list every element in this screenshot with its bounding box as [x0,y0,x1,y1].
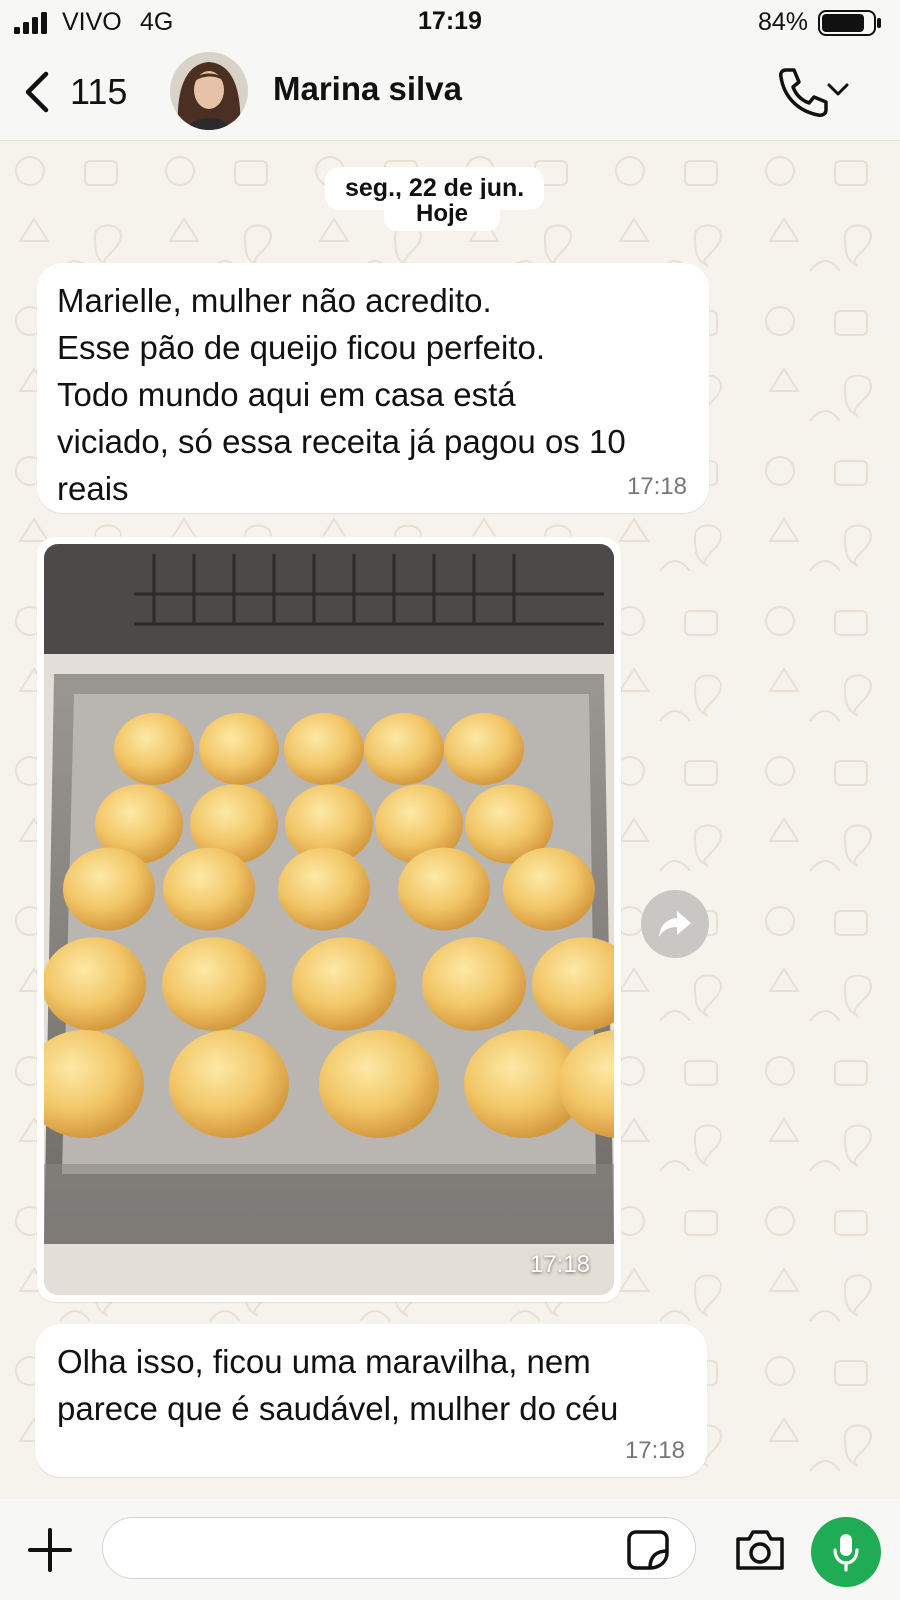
cheese-bread [284,713,364,785]
back-button[interactable]: 115 [22,66,127,118]
status-bar: VIVO 4G 17:19 84% [0,0,900,46]
battery-percent: 84% [757,8,808,36]
cheese-bread [278,847,370,931]
unread-count: 115 [70,71,128,112]
cheese-bread [422,937,526,1031]
cheese-bread [114,713,194,785]
message-time: 17:18 [529,1251,590,1278]
cheese-bread [444,713,524,785]
cheese-bread [44,937,146,1031]
cheese-bread [163,847,255,931]
image-message-bubble[interactable]: 17:18 [37,537,621,1302]
back-chevron-icon [25,71,49,113]
cheese-bread [63,847,155,931]
battery-icon [818,10,881,36]
message-time: 17:18 [624,1437,685,1464]
message-photo[interactable]: 17:18 [44,544,614,1295]
phone-icon[interactable] [776,66,830,118]
cheese-bread [292,937,396,1031]
plus-icon[interactable] [26,1526,74,1574]
avatar[interactable] [170,52,248,130]
mic-icon [833,1534,859,1572]
cheese-bread [199,713,279,785]
camera-icon[interactable] [734,1529,786,1571]
forward-button[interactable] [641,890,709,958]
input-bar [0,1499,900,1600]
cheese-bread [398,847,490,931]
chat-header: 115 Marina silva [0,46,900,141]
today-chip: Hoje [384,199,501,231]
message-time: 17:18 [626,473,687,500]
chevron-down-icon[interactable] [826,80,850,100]
cheese-bread [162,937,266,1031]
message-text: Marielle, mulher não acredito. Esse pão … [57,282,626,507]
contact-name[interactable]: Marina silva [273,70,462,108]
message-text: Olha isso, ficou uma maravilha, nem pare… [57,1343,619,1427]
message-bubble[interactable]: Olha isso, ficou uma maravilha, nem pare… [35,1324,707,1477]
message-bubble[interactable]: Marielle, mulher não acredito. Esse pão … [37,263,709,513]
cheese-bread [503,847,595,931]
cheese-bread [319,1030,439,1138]
mic-button[interactable] [811,1517,881,1587]
chat-area[interactable]: seg., 22 de jun. Hoje Marielle, mulher n… [0,141,900,1499]
message-input[interactable] [102,1517,696,1579]
cheese-bread [169,1030,289,1138]
sticker-icon[interactable] [626,1529,670,1571]
forward-icon [659,911,691,937]
cheese-bread [364,713,444,785]
